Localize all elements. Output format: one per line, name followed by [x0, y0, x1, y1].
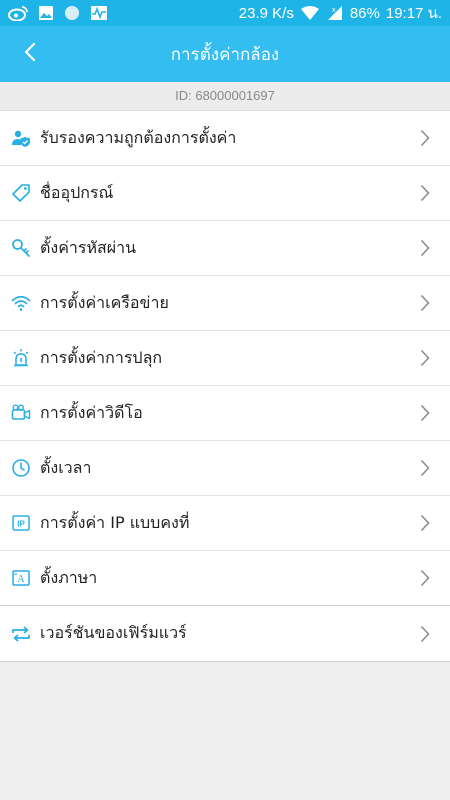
menu-item-label: เวอร์ชันของเฟิร์มแวร์ — [40, 623, 187, 642]
chevron-right-icon — [420, 403, 432, 423]
key-icon — [10, 237, 32, 259]
ip-icon: IP — [10, 512, 32, 534]
chevron-left-icon — [23, 42, 37, 66]
circle-icon — [64, 5, 80, 21]
chevron-right-icon — [420, 568, 432, 588]
menu-item-alarm[interactable]: การตั้งค่าการปลุก — [0, 331, 450, 386]
menu-item-password[interactable]: ตั้งค่ารหัสผ่าน — [0, 221, 450, 276]
chevron-right-icon — [420, 238, 432, 258]
tag-icon — [10, 182, 32, 204]
svg-text:A: A — [17, 574, 25, 585]
menu-item-label: การตั้งค่าการปลุก — [40, 347, 163, 367]
chevron-right-icon — [420, 128, 432, 148]
menu-item-label: ตั้งค่ารหัสผ่าน — [40, 237, 137, 257]
svg-text:IP: IP — [17, 520, 25, 529]
svg-text:x: x — [332, 7, 336, 14]
menu-item-label: การตั้งค่าเครือข่าย — [40, 292, 169, 312]
menu-item-label: การตั้งค่าวิดีโอ — [40, 402, 143, 422]
alarm-icon — [10, 347, 32, 369]
device-id: ID: 68000001697 — [0, 82, 450, 110]
page-title: การตั้งค่ากล้อง — [170, 44, 280, 65]
user-shield-icon — [10, 127, 32, 149]
chevron-right-icon — [420, 293, 432, 313]
settings-menu: รับรองความถูกต้องการตั้งค่า ชื่ออุปกรณ์ … — [0, 110, 450, 662]
menu-item-label: การตั้งค่า IP แบบคงที่ — [40, 512, 190, 532]
menu-item-device-name[interactable]: ชื่ออุปกรณ์ — [0, 166, 450, 221]
wifi-icon — [10, 292, 32, 314]
menu-item-settings-authentication[interactable]: รับรองความถูกต้องการตั้งค่า — [0, 111, 450, 166]
chevron-right-icon — [420, 513, 432, 533]
menu-item-firmware[interactable]: เวอร์ชันของเฟิร์มแวร์ — [0, 606, 450, 661]
menu-item-video[interactable]: การตั้งค่าวิดีโอ — [0, 386, 450, 441]
menu-item-static-ip[interactable]: IP การตั้งค่า IP แบบคงที่ — [0, 496, 450, 551]
back-button[interactable] — [10, 26, 50, 82]
app-bar: การตั้งค่ากล้อง — [0, 26, 450, 82]
chevron-right-icon — [420, 624, 432, 644]
menu-item-language[interactable]: A ตั้งภาษา — [0, 551, 450, 606]
clock-icon — [10, 457, 32, 479]
menu-item-label: รับรองความถูกต้องการตั้งค่า — [40, 127, 237, 147]
chevron-right-icon — [420, 458, 432, 478]
wifi-signal-icon — [300, 5, 320, 21]
chevron-right-icon — [420, 183, 432, 203]
chevron-right-icon — [420, 348, 432, 368]
menu-item-label: ชื่ออุปกรณ์ — [40, 182, 114, 202]
cell-signal-icon: x — [326, 5, 344, 21]
menu-item-label: ตั้งภาษา — [40, 567, 98, 587]
image-icon — [38, 5, 54, 21]
network-speed: 23.9 K/s — [238, 4, 294, 22]
weibo-icon — [8, 5, 28, 21]
video-camera-icon — [10, 402, 32, 424]
firmware-update-icon — [10, 623, 32, 645]
menu-item-label: ตั้งเวลา — [40, 457, 92, 477]
menu-item-network[interactable]: การตั้งค่าเครือข่าย — [0, 276, 450, 331]
clock-time: 19:17 น. — [385, 5, 442, 22]
menu-item-time[interactable]: ตั้งเวลา — [0, 441, 450, 496]
activity-icon — [90, 5, 108, 21]
language-icon: A — [10, 567, 32, 589]
status-bar: 23.9 K/s x 86% 19:17 น. — [0, 0, 450, 26]
battery-level: 86% — [349, 4, 380, 22]
